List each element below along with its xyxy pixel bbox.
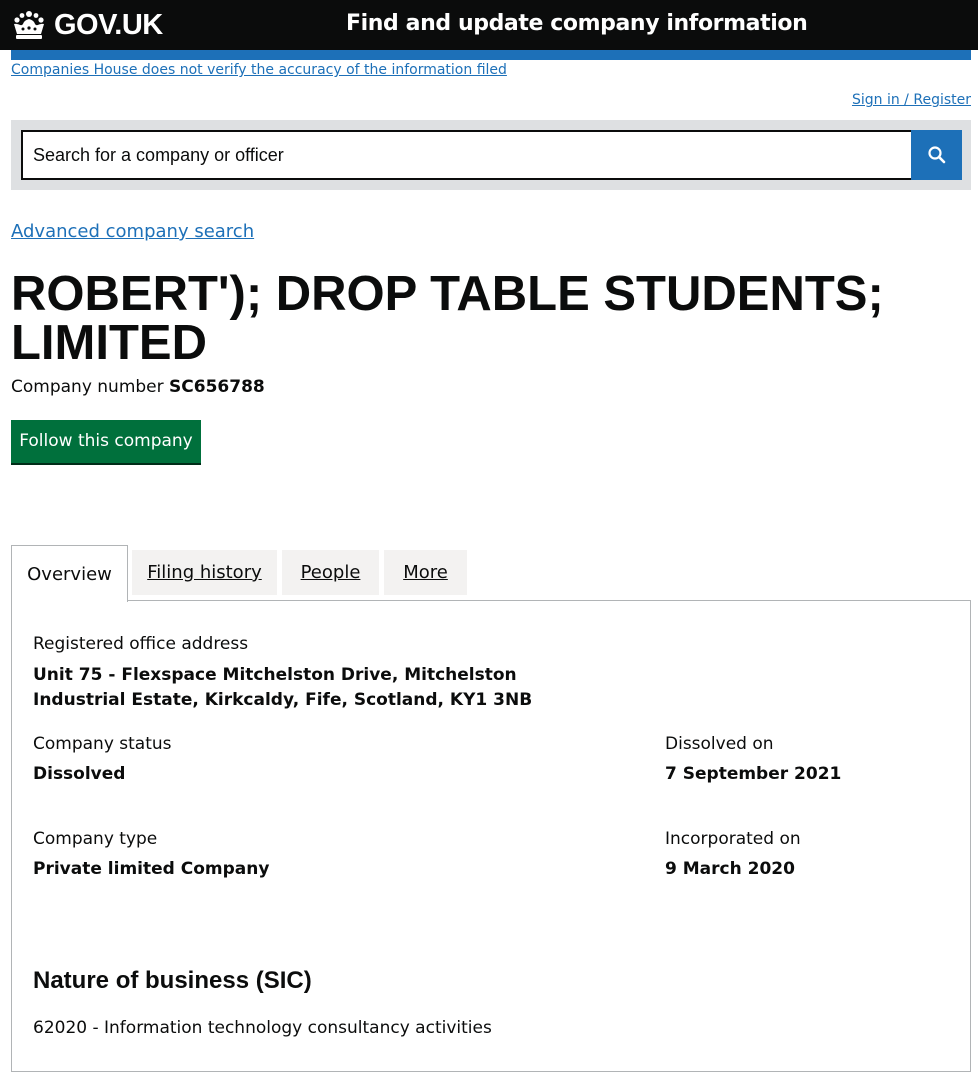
sic-heading: Nature of business (SIC) bbox=[33, 967, 312, 994]
disclaimer-link[interactable]: Companies House does not verify the accu… bbox=[11, 62, 507, 78]
company-number-label: Company number bbox=[11, 377, 164, 397]
service-name[interactable]: Find and update company information bbox=[346, 11, 808, 36]
overview-panel: Registered office address Unit 75 - Flex… bbox=[11, 600, 971, 1072]
company-number-value: SC656788 bbox=[169, 377, 265, 397]
header-blue-bar bbox=[11, 50, 971, 60]
company-number: Company number SC656788 bbox=[11, 377, 265, 397]
tab-more[interactable]: More bbox=[384, 550, 467, 595]
govuk-logo[interactable]: GOV.UK bbox=[11, 8, 163, 42]
company-type-value: Private limited Company bbox=[33, 859, 270, 879]
dissolved-on-value: 7 September 2021 bbox=[665, 764, 842, 784]
govuk-logo-text: GOV.UK bbox=[54, 8, 163, 41]
search-button[interactable] bbox=[911, 130, 962, 180]
sic-item: 62020 - Information technology consultan… bbox=[33, 1018, 492, 1038]
sign-in-link[interactable]: Sign in / Register bbox=[852, 92, 971, 108]
search-input[interactable] bbox=[21, 130, 913, 180]
tab-people[interactable]: People bbox=[282, 550, 379, 595]
company-status-label: Company status bbox=[33, 734, 172, 754]
follow-company-button[interactable]: Follow this company bbox=[11, 420, 201, 463]
company-status-value: Dissolved bbox=[33, 764, 126, 784]
registered-address-label: Registered office address bbox=[33, 634, 249, 654]
company-type-label: Company type bbox=[33, 829, 158, 849]
tab-overview[interactable]: Overview bbox=[11, 545, 128, 602]
advanced-search-link[interactable]: Advanced company search bbox=[11, 221, 254, 242]
registered-address-value: Unit 75 - Flexspace Mitchelston Drive, M… bbox=[33, 665, 533, 710]
govuk-header: GOV.UK Find and update company informati… bbox=[0, 0, 978, 50]
crown-icon bbox=[14, 11, 44, 39]
search-icon bbox=[927, 146, 945, 164]
incorporated-on-label: Incorporated on bbox=[665, 829, 801, 849]
company-name-heading: ROBERT'); DROP TABLE STUDENTS; LIMITED bbox=[11, 267, 884, 370]
tab-filing-history[interactable]: Filing history bbox=[132, 550, 277, 595]
incorporated-on-value: 9 March 2020 bbox=[665, 859, 795, 879]
dissolved-on-label: Dissolved on bbox=[665, 734, 774, 754]
search-panel bbox=[11, 120, 971, 190]
